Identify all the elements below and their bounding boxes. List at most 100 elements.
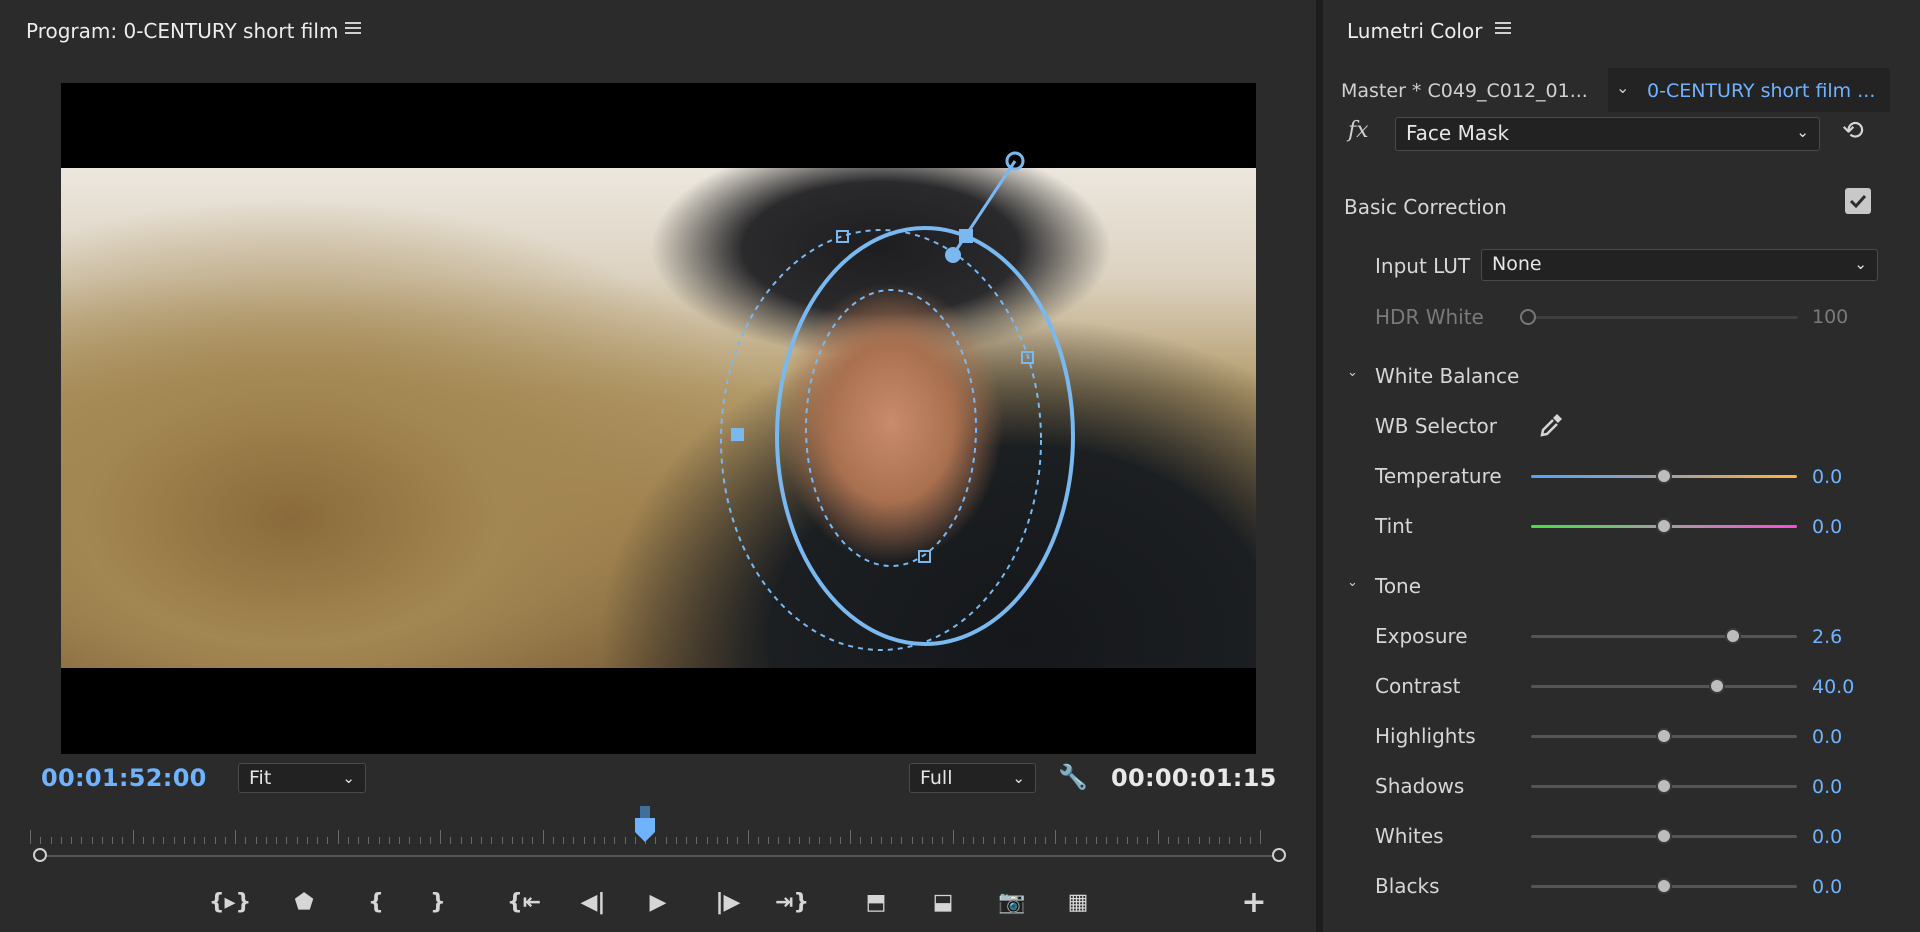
play-icon[interactable]: ▶	[640, 887, 676, 917]
ruler-tick	[91, 837, 93, 844]
temperature-slider[interactable]	[1531, 468, 1797, 484]
zoom-select[interactable]: Fit ⌄	[238, 763, 366, 793]
ruler-tick	[388, 837, 390, 844]
basic-correction-checkbox[interactable]	[1845, 188, 1871, 214]
time-ruler[interactable]	[30, 822, 1285, 844]
mask-handle[interactable]	[731, 428, 744, 441]
tint-value[interactable]: 0.0	[1812, 516, 1842, 538]
mask-handle[interactable]	[918, 550, 931, 563]
ruler-tick	[573, 837, 575, 844]
comparison-view-icon[interactable]: ▦	[1060, 887, 1096, 917]
basic-correction-heading[interactable]: Basic Correction	[1344, 195, 1507, 219]
contrast-value[interactable]: 40.0	[1812, 676, 1854, 698]
slider-thumb[interactable]	[1656, 828, 1672, 844]
ruler-tick	[952, 830, 954, 844]
slider-thumb[interactable]	[1656, 878, 1672, 894]
input-lut-select[interactable]: None ⌄	[1481, 249, 1878, 281]
lumetri-menu-icon[interactable]	[1495, 22, 1511, 36]
slider-thumb[interactable]	[1656, 728, 1672, 744]
ruler-tick	[563, 837, 564, 844]
highlights-label: Highlights	[1375, 724, 1476, 748]
current-timecode[interactable]: 00:01:52:00	[41, 764, 207, 792]
ruler-tick	[891, 837, 892, 844]
wb-selector-label: WB Selector	[1375, 414, 1498, 438]
ruler-tick	[194, 837, 195, 844]
whites-value[interactable]: 0.0	[1812, 826, 1842, 848]
blacks-label: Blacks	[1375, 874, 1440, 898]
step-back-icon[interactable]: ◀|	[575, 887, 611, 917]
go-to-in-icon[interactable]: {⇤	[506, 887, 542, 917]
mask-feather-handle[interactable]	[959, 229, 973, 243]
blacks-value[interactable]: 0.0	[1812, 876, 1842, 898]
master-clip-tab[interactable]: Master * C049_C012_01...	[1341, 80, 1588, 102]
tint-slider[interactable]	[1531, 518, 1797, 534]
highlights-slider[interactable]	[1531, 728, 1797, 744]
ruler-tick	[932, 837, 933, 844]
face-mask-overlay[interactable]	[61, 83, 1256, 754]
mask-outline[interactable]	[775, 226, 1075, 646]
ruler-tick	[1188, 837, 1190, 844]
ruler-tick	[183, 837, 185, 844]
mark-in-icon[interactable]: {	[358, 887, 394, 917]
fx-icon[interactable]: fx	[1348, 118, 1369, 143]
playhead[interactable]	[634, 806, 656, 842]
ruler-tick	[696, 837, 698, 844]
mark-out-icon[interactable]: }	[420, 887, 456, 917]
export-frame-icon[interactable]: 📷	[994, 887, 1030, 917]
ruler-tick	[737, 837, 739, 844]
step-forward-icon[interactable]: |▶	[710, 887, 746, 917]
ruler-tick	[665, 837, 667, 844]
ruler-tick	[1208, 837, 1210, 844]
lumetri-title[interactable]: Lumetri Color	[1347, 19, 1482, 43]
hdr-white-slider[interactable]	[1520, 309, 1798, 325]
scrollbar-right-handle[interactable]	[1272, 848, 1286, 862]
ruler-tick	[829, 837, 831, 844]
add-button-icon[interactable]: +	[1236, 885, 1272, 920]
lift-icon[interactable]: ⬒	[858, 887, 894, 917]
exposure-slider[interactable]	[1531, 628, 1797, 644]
white-balance-heading[interactable]: White Balance	[1375, 364, 1519, 388]
shadows-slider[interactable]	[1531, 778, 1797, 794]
zoom-select-value: Fit	[249, 767, 272, 789]
temperature-value[interactable]: 0.0	[1812, 466, 1842, 488]
program-title[interactable]: Program: 0-CENTURY short film	[26, 19, 338, 43]
add-marker-icon[interactable]: ⬟	[286, 887, 322, 917]
zoom-scrollbar[interactable]	[40, 855, 1279, 857]
exposure-value[interactable]: 2.6	[1812, 626, 1842, 648]
mask-center-handle[interactable]	[945, 247, 961, 263]
chevron-down-icon[interactable]: ⌄	[1347, 575, 1361, 590]
mask-expansion-inner[interactable]	[805, 289, 977, 567]
resolution-select-value: Full	[920, 767, 953, 789]
wrench-icon[interactable]: 🔧	[1058, 763, 1088, 791]
slider-thumb[interactable]	[1656, 778, 1672, 794]
eyedropper-icon[interactable]	[1537, 411, 1565, 439]
scrollbar-left-handle[interactable]	[33, 848, 47, 862]
go-to-out-icon[interactable]: ⇥}	[774, 887, 810, 917]
mark-in-out-icon[interactable]: {▸}	[209, 887, 251, 917]
ruler-tick	[901, 837, 903, 844]
resolution-select[interactable]: Full ⌄	[909, 763, 1036, 793]
reset-icon[interactable]: ⟲	[1842, 116, 1864, 146]
tone-heading[interactable]: Tone	[1375, 574, 1421, 598]
extract-icon[interactable]: ⬓	[925, 887, 961, 917]
effect-select[interactable]: Face Mask ⌄	[1395, 117, 1820, 151]
slider-thumb[interactable]	[1656, 518, 1672, 534]
ruler-tick	[1034, 837, 1036, 844]
ruler-tick	[1249, 837, 1251, 844]
chevron-down-icon[interactable]: ⌄	[1347, 365, 1361, 380]
contrast-slider[interactable]	[1531, 678, 1797, 694]
shadows-value[interactable]: 0.0	[1812, 776, 1842, 798]
slider-thumb[interactable]	[1520, 309, 1536, 325]
tint-label: Tint	[1375, 514, 1413, 538]
video-frame[interactable]	[61, 83, 1256, 754]
program-menu-icon[interactable]	[345, 22, 361, 36]
slider-thumb[interactable]	[1656, 468, 1672, 484]
ruler-tick	[50, 837, 52, 844]
whites-slider[interactable]	[1531, 828, 1797, 844]
mask-feather-outer[interactable]	[720, 229, 1042, 651]
blacks-slider[interactable]	[1531, 878, 1797, 894]
ruler-tick	[921, 837, 923, 844]
ruler-tick	[204, 837, 206, 844]
highlights-value[interactable]: 0.0	[1812, 726, 1842, 748]
sequence-clip-tab[interactable]: ⌄ 0-CENTURY short film ...	[1608, 68, 1890, 112]
